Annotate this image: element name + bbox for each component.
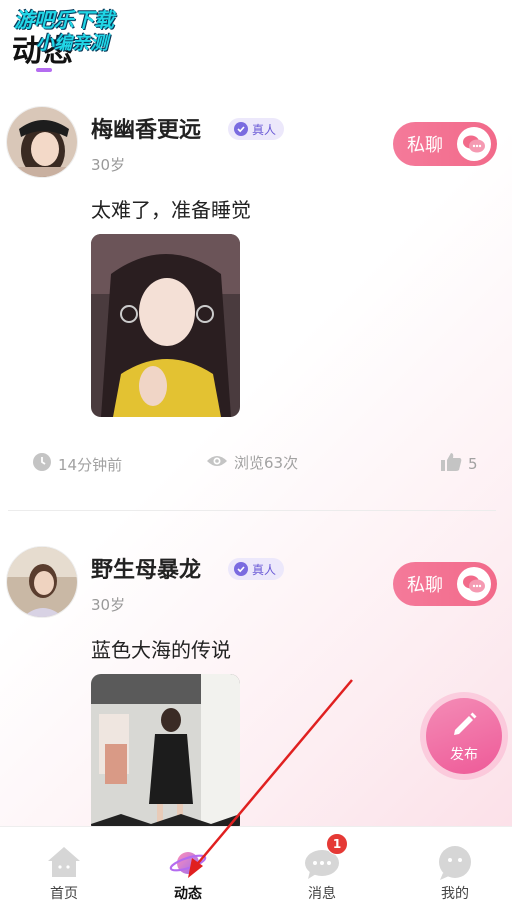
post-views: 浏览63次 bbox=[206, 452, 298, 473]
username[interactable]: 梅幽香更远 bbox=[91, 112, 201, 144]
username[interactable]: 野生母暴龙 bbox=[91, 552, 201, 584]
verified-badge: 真人 bbox=[228, 558, 285, 580]
bottom-nav: 首页 动态 1 消息 我的 bbox=[0, 826, 512, 903]
nav-item-profile[interactable]: 我的 bbox=[391, 827, 512, 903]
nav-label-profile: 我的 bbox=[441, 886, 469, 902]
post-time: 14分钟前 bbox=[32, 452, 122, 476]
pencil-icon bbox=[449, 708, 479, 742]
post-divider bbox=[8, 510, 496, 511]
nav-item-home[interactable]: 首页 bbox=[0, 827, 128, 903]
post-text: 太难了，准备睡觉 bbox=[91, 198, 251, 222]
chat-bubbles-icon: 1 bbox=[302, 833, 348, 881]
avatar[interactable] bbox=[6, 106, 78, 178]
eye-icon bbox=[206, 453, 228, 473]
thumbs-up-icon bbox=[440, 452, 462, 476]
active-tab-indicator bbox=[36, 68, 52, 72]
chat-bubbles-icon bbox=[457, 567, 491, 601]
clock-icon bbox=[32, 452, 52, 476]
publish-label: 发布 bbox=[450, 747, 478, 763]
watermark-line-1: 游吧乐下载 bbox=[14, 8, 114, 32]
publish-fab[interactable]: 发布 bbox=[420, 692, 508, 780]
like-count: 5 bbox=[468, 455, 478, 473]
profile-bubble-icon bbox=[435, 843, 475, 881]
private-chat-label: 私聊 bbox=[407, 575, 443, 596]
watermark: 游吧乐下载 小编亲测 bbox=[14, 8, 154, 56]
planet-icon bbox=[168, 843, 208, 881]
private-chat-button[interactable]: 私聊 bbox=[393, 122, 497, 166]
age-label: 30岁 bbox=[91, 596, 126, 614]
avatar[interactable] bbox=[6, 546, 78, 618]
age-label: 30岁 bbox=[91, 156, 126, 174]
post-photo[interactable] bbox=[91, 674, 240, 830]
verified-label: 真人 bbox=[252, 562, 277, 577]
header: 动态 游吧乐下载 小编亲测 bbox=[0, 0, 512, 90]
nav-label-moments: 动态 bbox=[174, 886, 202, 902]
nav-label-home: 首页 bbox=[50, 886, 78, 902]
chat-bubbles-icon bbox=[457, 127, 491, 161]
post-meta: 14分钟前 浏览63次 5 bbox=[0, 452, 512, 476]
verified-check-icon bbox=[234, 562, 248, 576]
publish-button[interactable]: 发布 bbox=[426, 698, 502, 774]
nav-item-messages[interactable]: 1 消息 bbox=[258, 827, 386, 903]
post-time-label: 14分钟前 bbox=[58, 455, 123, 474]
verified-label: 真人 bbox=[252, 122, 277, 137]
nav-label-messages: 消息 bbox=[308, 886, 336, 902]
post-card[interactable]: 野生母暴龙 真人 30岁 私聊 蓝色大海的传说 bbox=[0, 540, 512, 830]
post-card[interactable]: 梅幽香更远 真人 30岁 私聊 太难了，准备睡觉 14分钟前 浏览63次 5 bbox=[0, 100, 512, 512]
verified-check-icon bbox=[234, 122, 248, 136]
nav-item-moments[interactable]: 动态 bbox=[124, 827, 252, 903]
home-icon bbox=[44, 843, 84, 881]
private-chat-button[interactable]: 私聊 bbox=[393, 562, 497, 606]
unread-badge: 1 bbox=[326, 833, 348, 855]
post-views-label: 浏览63次 bbox=[234, 454, 299, 472]
verified-badge: 真人 bbox=[228, 118, 285, 140]
like-button[interactable]: 5 bbox=[440, 452, 478, 476]
post-photo[interactable] bbox=[91, 234, 240, 417]
private-chat-label: 私聊 bbox=[407, 135, 443, 156]
watermark-line-2: 小编亲测 bbox=[36, 33, 108, 54]
post-text: 蓝色大海的传说 bbox=[91, 638, 231, 662]
